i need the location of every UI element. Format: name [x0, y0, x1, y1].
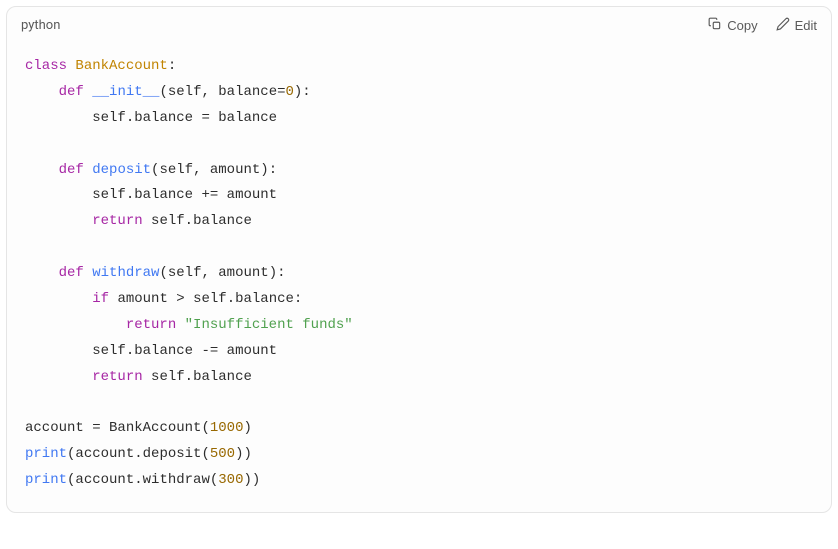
code-header: python Copy Edit	[7, 7, 831, 42]
copy-button[interactable]: Copy	[708, 17, 757, 34]
edit-button[interactable]: Edit	[776, 17, 817, 34]
edit-icon	[776, 17, 790, 34]
edit-label: Edit	[795, 18, 817, 33]
copy-label: Copy	[727, 18, 757, 33]
code-content[interactable]: class BankAccount: def __init__(self, ba…	[7, 42, 831, 512]
copy-icon	[708, 17, 722, 34]
code-block: python Copy Edit class	[6, 6, 832, 513]
header-actions: Copy Edit	[708, 17, 817, 34]
language-label: python	[21, 18, 60, 33]
